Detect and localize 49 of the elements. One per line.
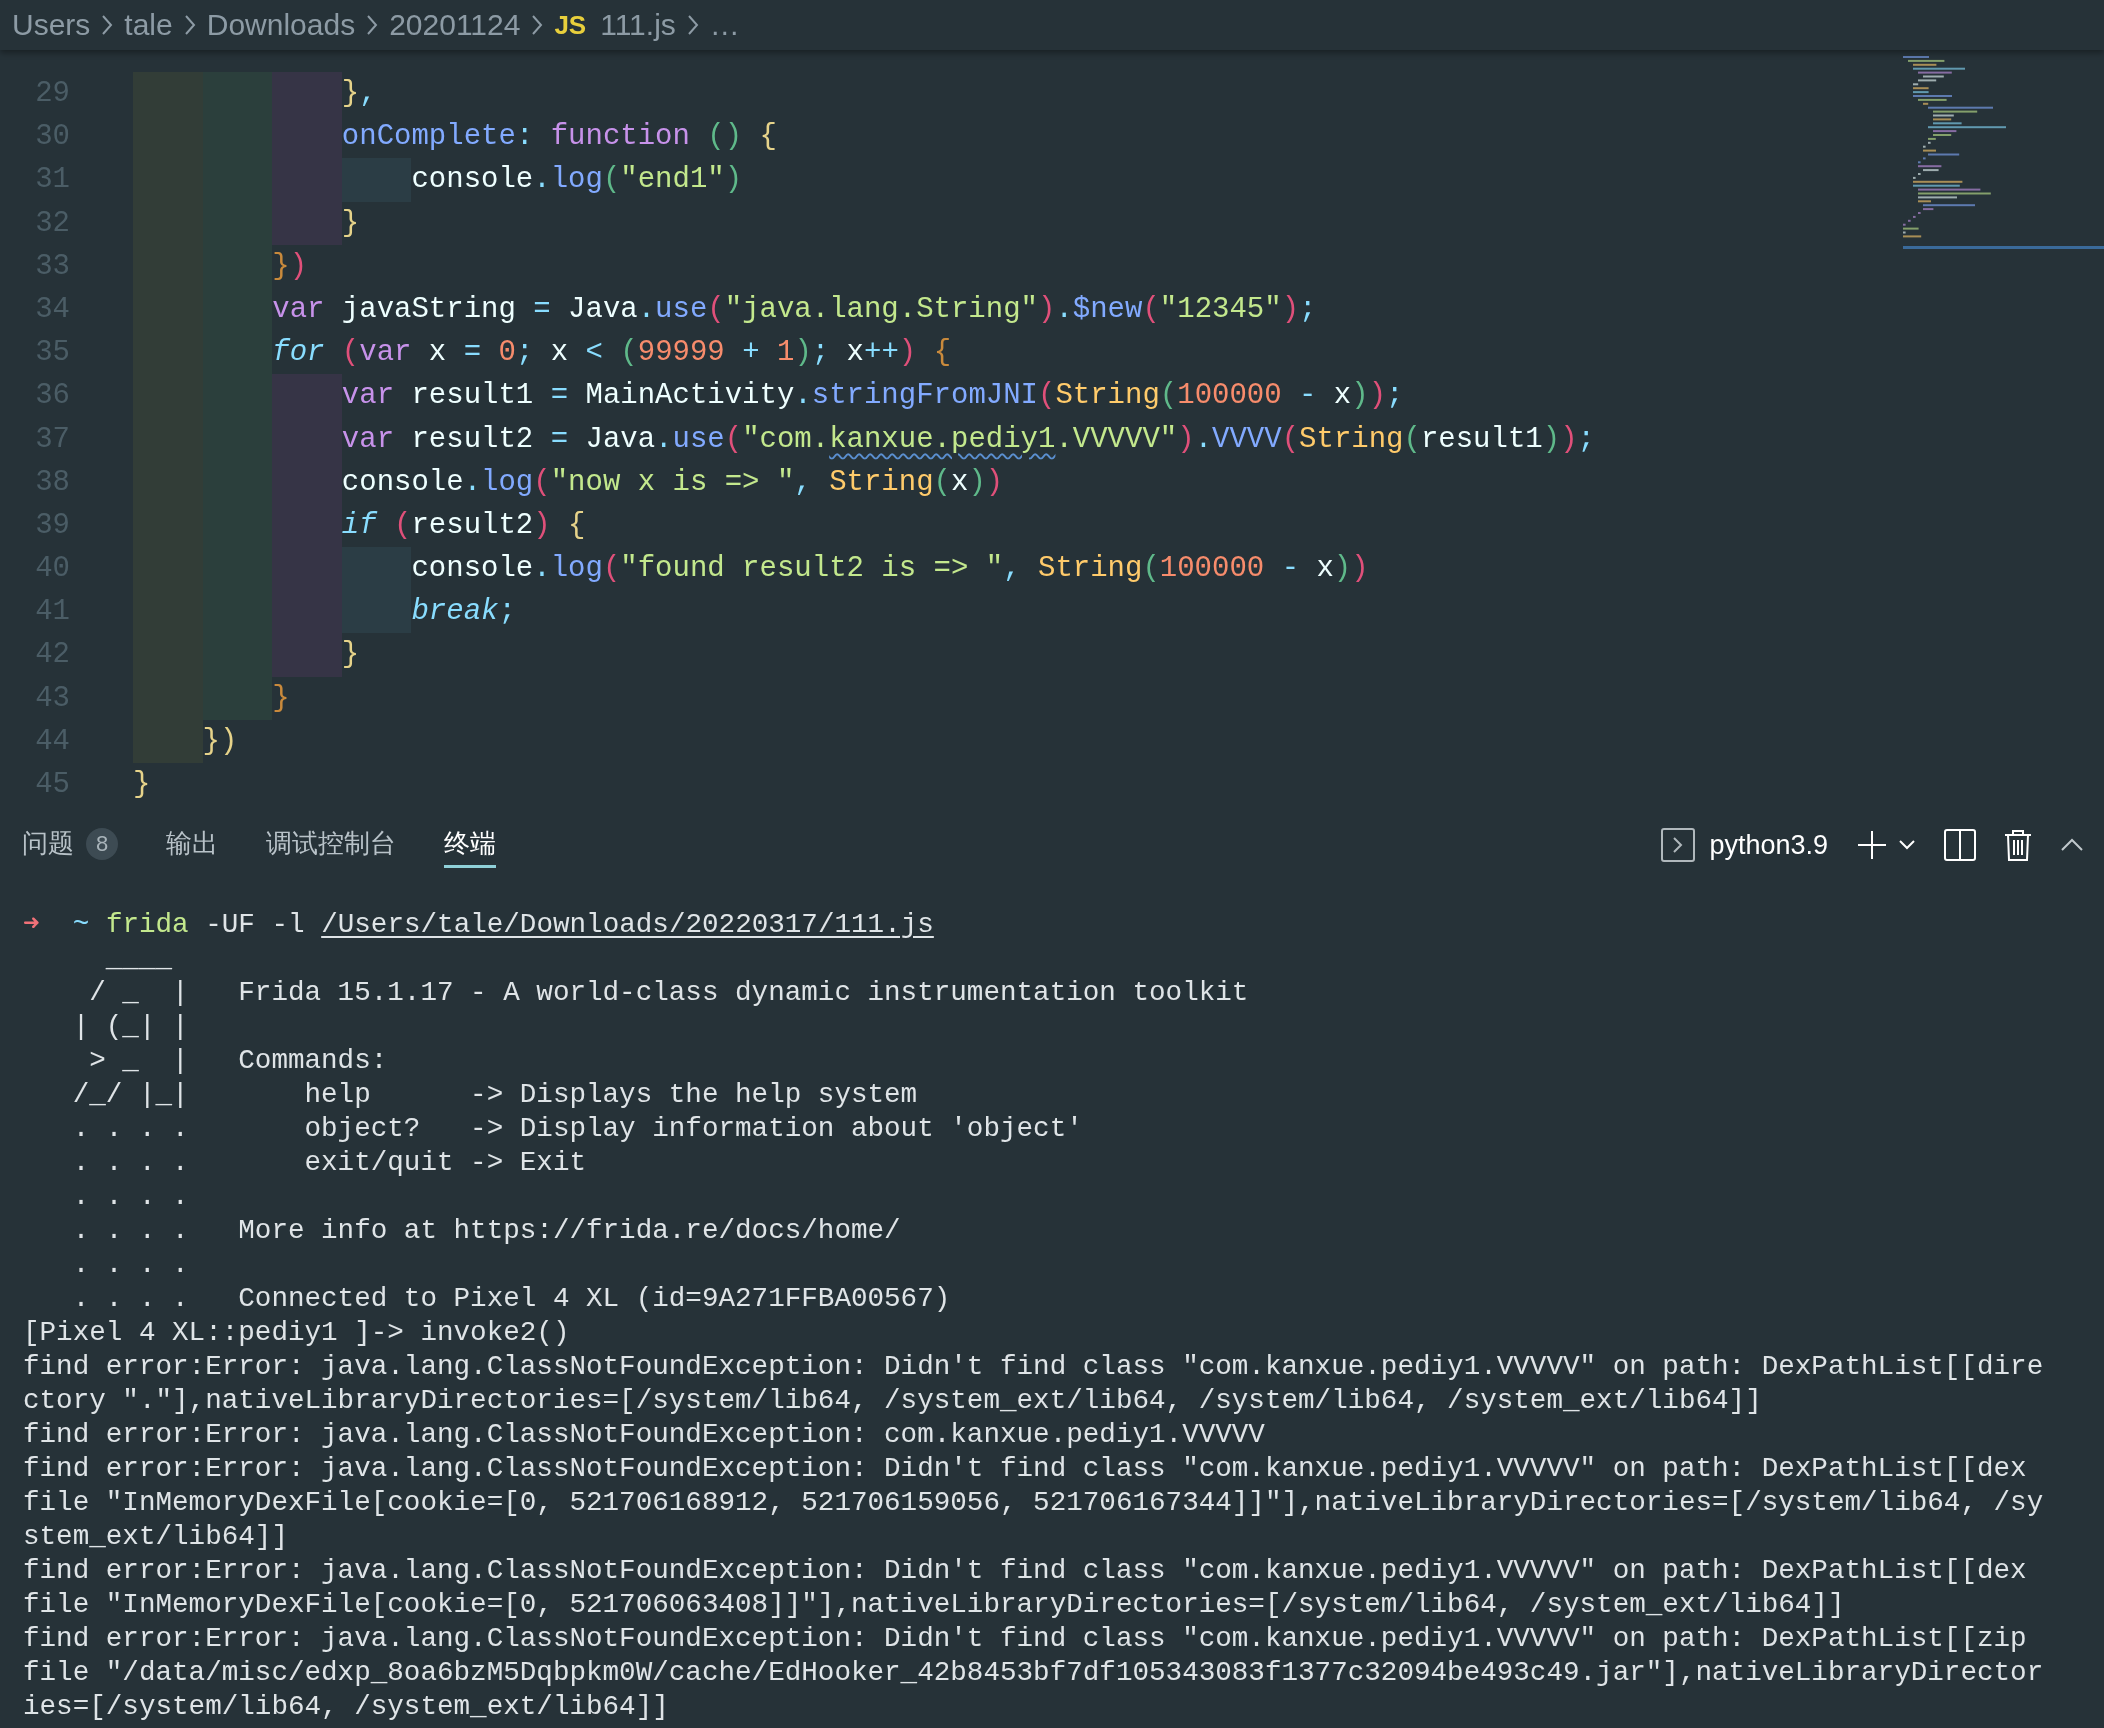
terminal-line: find error:Error: java.lang.ClassNotFoundException: Didn't find class "com.kanxue.pediy1.VVVVV" on path: DexPathList[[dire	[23, 1350, 2045, 1384]
breadcrumb-item[interactable]: 111.js	[600, 8, 676, 42]
plus-icon[interactable]	[1856, 829, 1888, 861]
terminal-line: . . . . object? -> Display information about 'object'	[71, 1112, 1084, 1146]
caret-up-icon[interactable]	[2060, 838, 2084, 852]
breadcrumb-item[interactable]: Users	[12, 8, 91, 42]
chevron-right-icon	[100, 13, 115, 37]
terminal-line: find error:Error: java.lang.ClassNotFoundException: com.kanxue.pediy1.VVVVV	[23, 1418, 1266, 1452]
terminal-line: find error:Error: java.lang.ClassNotFoundException: Didn't find class "com.kanxue.pediy1.VVVVV" on path: DexPathList[[dex	[23, 1554, 2028, 1588]
breadcrumb-item[interactable]: Downloads	[206, 8, 356, 42]
panel-tab[interactable]: 问题 8	[22, 822, 118, 868]
terminal-line: ➜ ~ frida -UF -l /Users/tale/Downloads/20220317/111.js	[23, 908, 935, 942]
terminal-line: find error:Error: java.lang.ClassNotFoundException: Didn't find class "com.kanxue.pediy1.VVVVV" on path: DexPathList[[zip	[23, 1622, 2028, 1656]
panel-tab[interactable]: 输出	[166, 822, 218, 868]
terminal-line: ies=[/system/lib64, /system_ext/lib64]]	[23, 1690, 670, 1724]
terminal-line: . . . .	[71, 1180, 190, 1214]
terminal-line: . . . . Connected to Pixel 4 XL (id=9A271FFBA00567)	[71, 1282, 952, 1316]
terminal-line: . . . . exit/quit -> Exit	[71, 1146, 587, 1180]
terminal-line: . . . .	[71, 1248, 190, 1282]
panel-tab[interactable]: 终端	[444, 822, 496, 868]
chevron-right-icon	[365, 13, 380, 37]
terminal-line: [Pixel 4 XL::pediy1 ]-> invoke2()	[23, 1316, 571, 1350]
terminal-selector[interactable]: python3.9	[1709, 829, 1828, 861]
terminal-line: | (_| |	[71, 1010, 190, 1044]
terminal-line: ctory "."],nativeLibraryDirectories=[/system/lib64, /system_ext/lib64, /system/lib64, /system_ext/lib64]]	[23, 1384, 1763, 1418]
terminal-line: stem_ext/lib64]]	[23, 1520, 289, 1554]
terminal-line: file "InMemoryDexFile[cookie=[0, 521706063408]]"],nativeLibraryDirectories=[/system/lib64, /system_ext/lib64]]	[23, 1588, 1846, 1622]
breadcrumb-item[interactable]: tale	[124, 8, 173, 42]
terminal-line: file "/data/misc/edxp_8oa6bzM5Dqbpkm0W/cache/EdHooker_42b8453bf7df105343083f1377c32094be493c49.jar"],nativeLibraryDirector	[23, 1656, 2045, 1690]
code-line: }	[133, 767, 152, 803]
panel-tab[interactable]: 调试控制台	[266, 822, 396, 868]
chevron-right-icon	[182, 13, 197, 37]
terminal-line: find error:Error: java.lang.ClassNotFoundException: Didn't find class "com.kanxue.pediy1.VVVVV" on path: DexPathList[[dex	[23, 1452, 2028, 1486]
file-type-icon: JS	[554, 9, 587, 41]
terminal-line: / _ | Frida 15.1.17 - A world-class dynamic instrumentation toolkit	[88, 976, 1250, 1010]
terminal-line: ____	[104, 942, 174, 976]
terminal-line: /_/ |_| help -> Displays the help system	[71, 1078, 919, 1112]
split-icon[interactable]	[1944, 829, 1976, 861]
chevron-down-icon[interactable]	[1898, 839, 1916, 851]
chevron-right-icon	[685, 13, 700, 37]
trash-icon[interactable]	[2004, 829, 2032, 861]
terminal-line: . . . . More info at https://frida.re/docs/home/	[71, 1214, 902, 1248]
count-badge: 8	[86, 827, 118, 860]
breadcrumb-item[interactable]: …	[709, 8, 740, 42]
terminal-icon[interactable]	[1661, 828, 1696, 862]
terminal-line: file "InMemoryDexFile[cookie=[0, 521706168912, 521706159056, 521706167344]]"],nativeLibraryDirectories=[/system/lib64, /sy	[23, 1486, 2045, 1520]
breadcrumb-item[interactable]: 20201124	[389, 8, 521, 42]
chevron-right-icon	[530, 13, 545, 37]
terminal-line: > _ | Commands:	[88, 1044, 389, 1078]
